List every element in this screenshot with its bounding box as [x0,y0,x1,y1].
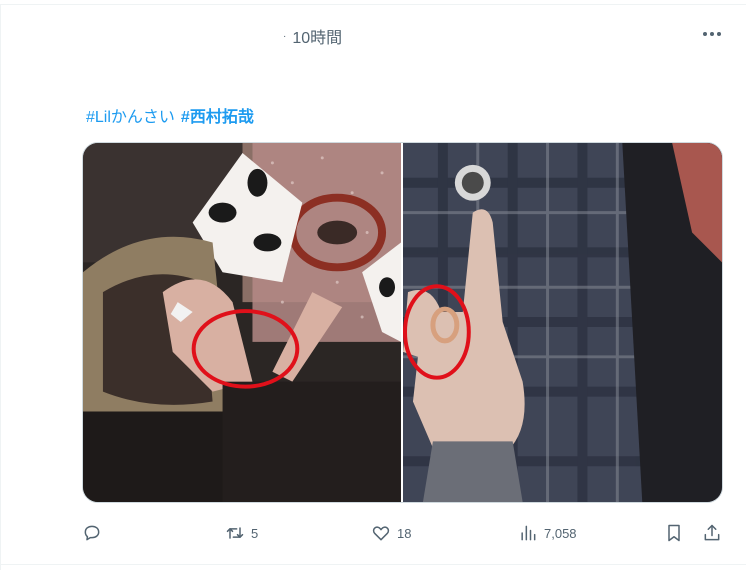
retweet-count: 5 [251,525,259,541]
more-icon-dot [710,32,714,36]
share-button[interactable] [702,518,722,548]
timestamp-text: 10時間 [292,30,343,47]
more-options-button[interactable] [696,20,728,48]
retweet-icon [226,527,244,539]
bookmark-button[interactable] [664,518,684,548]
retweet-button[interactable]: 5 [225,518,258,548]
views-icon [521,525,536,541]
frame-top-border [0,4,746,5]
like-button[interactable]: 18 [371,518,411,548]
frame-left-border [0,4,1,570]
tweet-actions: 5 18 7,058 [80,518,730,548]
photo-left-image [83,143,401,502]
like-icon [372,526,390,541]
more-icon-dot [703,32,707,36]
hashtag-link-lilkansai[interactable]: #Lilかんさい [86,103,175,127]
reply-button[interactable] [82,518,102,548]
photo-left[interactable] [83,143,401,502]
like-count: 18 [397,525,412,541]
media-grid [82,142,723,503]
frame-bottom-border [0,564,746,565]
more-icon-dot [717,32,721,36]
photo-right-image [403,143,722,502]
photo-right[interactable] [403,143,722,502]
timestamp-separator: · [283,30,287,42]
tweet-text: #Lilかんさい #西村拓哉 [86,103,254,127]
reply-icon [84,525,100,541]
views-button[interactable]: 7,058 [518,518,577,548]
share-icon [704,524,720,541]
hashtag-link-nishimura[interactable]: #西村拓哉 [181,103,254,127]
bookmark-icon [668,524,680,542]
tweet-timestamp[interactable]: · 10時間 [283,24,342,48]
views-count: 7,058 [544,525,577,541]
